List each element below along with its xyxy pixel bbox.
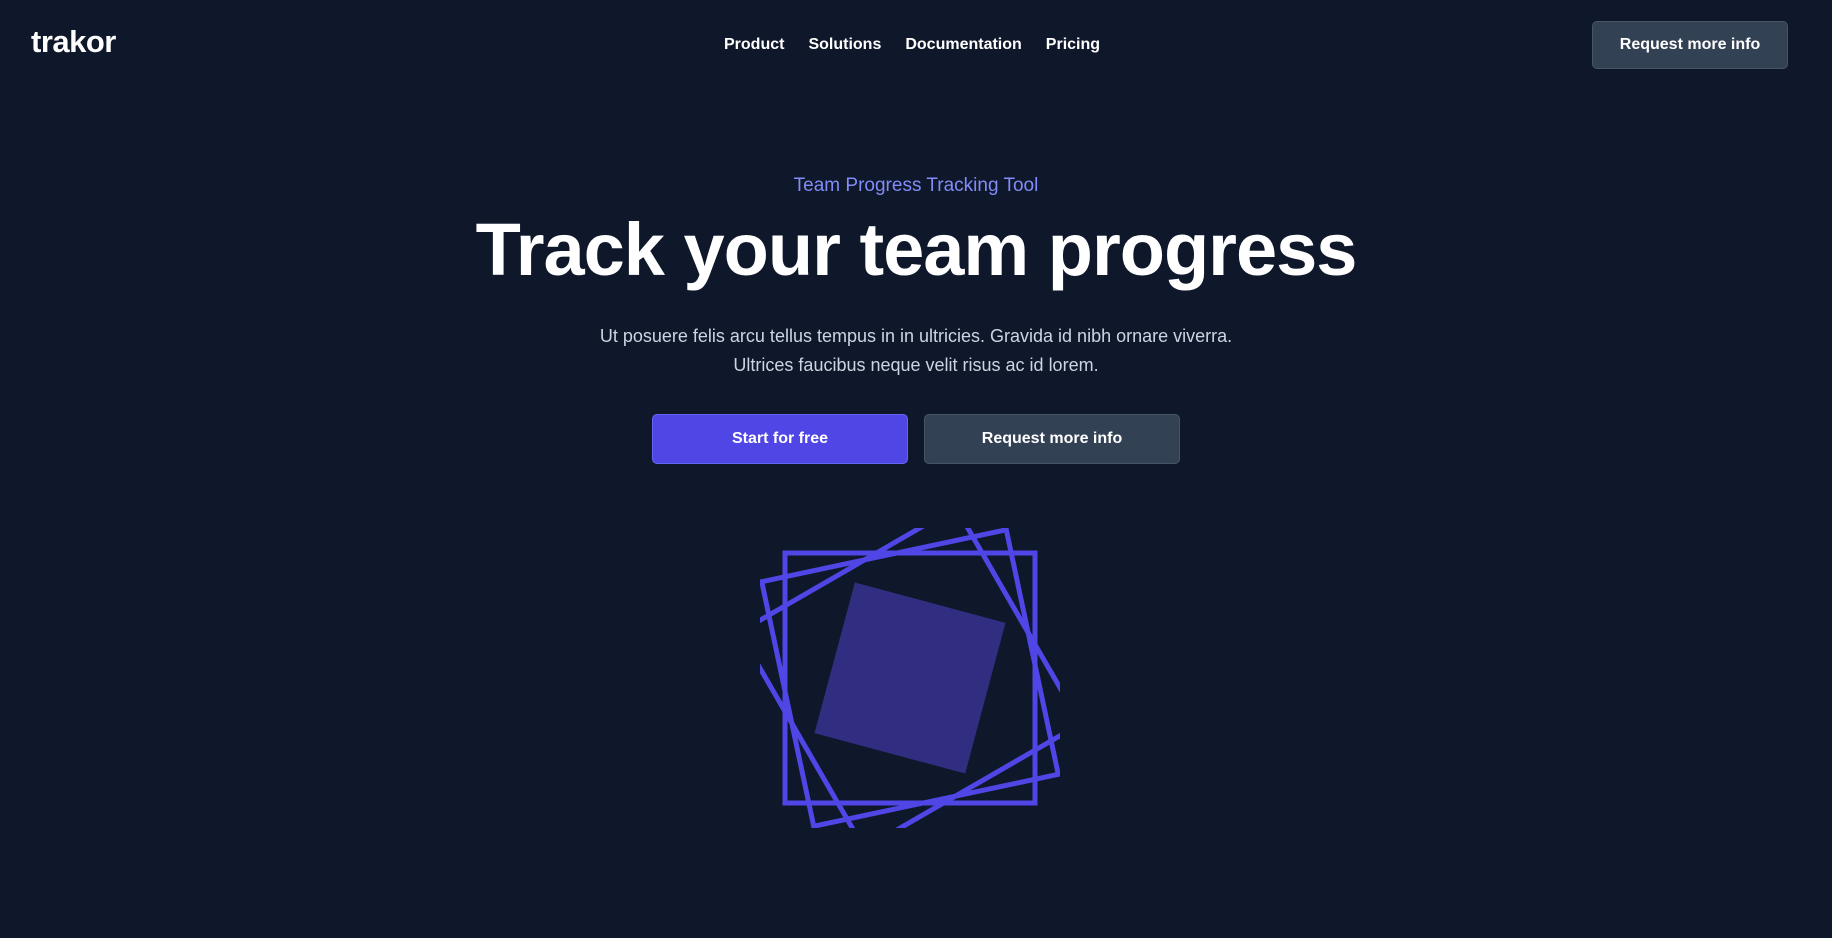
hero-cta-row: Start for free Request more info <box>0 414 1832 464</box>
site-header: trakor Product Solutions Documentation P… <box>0 0 1832 90</box>
logo[interactable]: trakor <box>31 24 116 60</box>
hero-subtext: Ut posuere felis arcu tellus tempus in i… <box>566 322 1266 380</box>
nav-link-documentation[interactable]: Documentation <box>905 36 1021 54</box>
start-for-free-button[interactable]: Start for free <box>652 414 908 464</box>
hero-subtext-line-1: Ut posuere felis arcu tellus tempus in i… <box>599 326 1233 346</box>
nav-link-product[interactable]: Product <box>724 36 784 54</box>
rotated-squares-graphic-icon <box>760 528 1060 828</box>
hero-headline: Track your team progress <box>475 208 1358 291</box>
main-nav: Product Solutions Documentation Pricing <box>724 36 1100 54</box>
nav-link-pricing[interactable]: Pricing <box>1046 36 1100 54</box>
hero-subtext-line-2: Ultrices faucibus neque velit risus ac i… <box>733 355 1099 375</box>
header-request-info-button[interactable]: Request more info <box>1592 21 1788 69</box>
hero-eyebrow: Team Progress Tracking Tool <box>793 175 1039 196</box>
nav-link-solutions[interactable]: Solutions <box>808 36 881 54</box>
hero-section: Team Progress Tracking Tool Track your t… <box>0 170 1832 464</box>
square-filled <box>814 582 1006 774</box>
hero-request-info-button[interactable]: Request more info <box>924 414 1180 464</box>
